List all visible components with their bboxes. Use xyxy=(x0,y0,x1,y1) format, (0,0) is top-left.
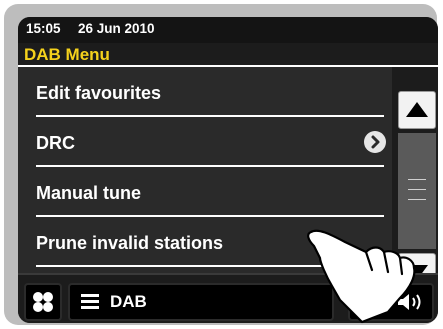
menu-title-bar: DAB Menu xyxy=(18,44,438,66)
radio-bezel: 15:05 26 Jun 2010 DAB Menu Edit favourit… xyxy=(4,4,438,325)
speaker-icon xyxy=(398,294,421,310)
menu-divider xyxy=(36,165,384,167)
status-date: 26 Jun 2010 xyxy=(78,21,155,36)
scroll-up-button[interactable] xyxy=(398,91,436,129)
scroll-track[interactable] xyxy=(398,133,436,249)
status-time: 15:05 xyxy=(26,21,61,36)
home-button[interactable] xyxy=(24,283,62,321)
menu-list: Edit favourites DRC Manual tune Prune in… xyxy=(18,67,392,273)
list-icon xyxy=(81,294,99,309)
volume-button[interactable] xyxy=(348,283,434,321)
menu-item-edit-favourites[interactable]: Edit favourites xyxy=(18,71,392,117)
menu-title: DAB Menu xyxy=(24,45,110,64)
menu-divider xyxy=(36,265,384,267)
menu-divider xyxy=(36,215,384,217)
source-label: DAB xyxy=(110,292,147,311)
bottom-divider xyxy=(18,273,438,275)
source-button[interactable]: DAB xyxy=(68,283,334,321)
scrollbar[interactable] xyxy=(394,67,438,291)
bottom-bar: DAB xyxy=(18,273,438,323)
menu-item-label: Prune invalid stations xyxy=(36,233,224,253)
menu-item-label: Manual tune xyxy=(36,183,142,203)
touch-screen: 15:05 26 Jun 2010 DAB Menu Edit favourit… xyxy=(18,17,438,323)
scroll-grip-line xyxy=(408,179,426,180)
menu-item-manual-tune[interactable]: Manual tune xyxy=(18,171,392,217)
menu-item-prune-invalid-stations[interactable]: Prune invalid stations xyxy=(18,221,392,267)
scroll-grip-line xyxy=(408,189,426,190)
chevron-right-icon[interactable] xyxy=(364,131,386,153)
menu-item-drc[interactable]: DRC xyxy=(18,121,392,167)
triangle-up-icon xyxy=(406,102,428,117)
four-petal-home-icon xyxy=(33,292,53,312)
menu-item-label: Edit favourites xyxy=(36,83,162,103)
scroll-grip-line xyxy=(408,199,426,200)
status-bar: 15:05 26 Jun 2010 xyxy=(18,17,438,43)
menu-divider xyxy=(36,115,384,117)
menu-item-label: DRC xyxy=(36,133,75,153)
